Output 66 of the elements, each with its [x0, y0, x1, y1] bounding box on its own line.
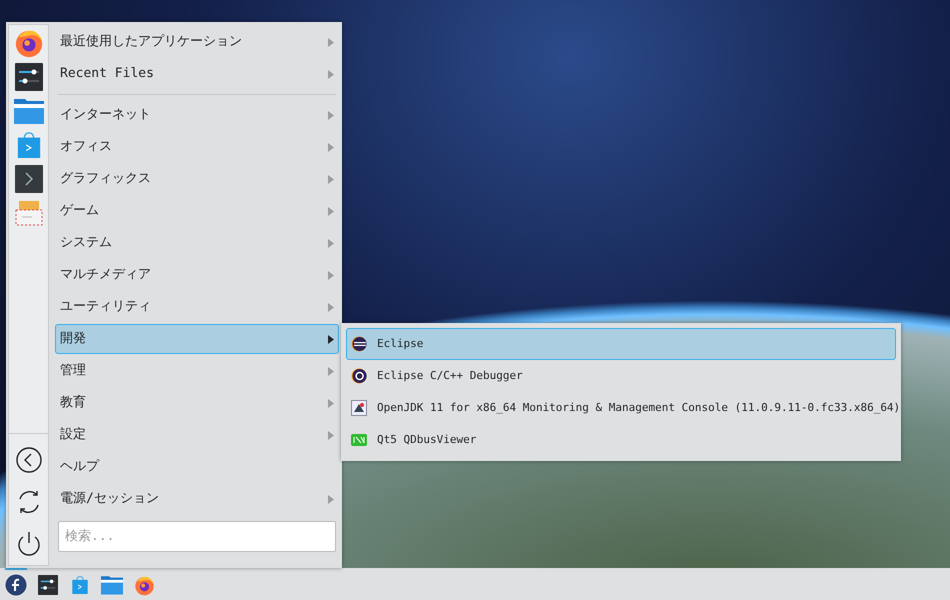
- menu-item-label: インターネット: [60, 106, 151, 124]
- chevron-icon: [328, 334, 334, 344]
- menu-item-label: 設定: [60, 426, 86, 444]
- submenu-item-label: Qt5 QDbusViewer: [377, 432, 476, 448]
- menu-item-label: 電源/セッション: [60, 490, 159, 508]
- search-field[interactable]: 検索...: [58, 521, 336, 552]
- menu-item[interactable]: 開発: [55, 324, 339, 354]
- menu-item-label: ユーティリティ: [60, 298, 151, 316]
- menu-item[interactable]: システム: [55, 228, 339, 258]
- chevron-icon: [328, 398, 334, 408]
- chevron-icon: [328, 110, 334, 120]
- menu-item[interactable]: 設定: [55, 420, 339, 450]
- back-icon[interactable]: [14, 446, 42, 474]
- chevron-icon: [328, 430, 334, 440]
- menu-item-label: 最近使用したアプリケーション: [60, 33, 242, 52]
- menu-item[interactable]: 電源/セッション: [55, 484, 339, 514]
- menu-item-label: グラフィックス: [60, 170, 151, 188]
- menu-item-label: マルチメディア: [60, 266, 151, 284]
- menu-item-label: 開発: [60, 330, 86, 348]
- chevron-icon: [328, 302, 334, 312]
- menu-item[interactable]: マルチメディア: [55, 260, 339, 290]
- menu-item[interactable]: Recent Files: [55, 59, 339, 89]
- menu-item[interactable]: 最近使用したアプリケーション: [55, 27, 339, 57]
- c-debugger-icon: [351, 368, 367, 384]
- sliders-icon[interactable]: [14, 63, 42, 91]
- chevron-icon: [328, 142, 334, 152]
- submenu-item[interactable]: Qt5 QDbusViewer: [346, 424, 896, 456]
- chevron-icon: [328, 206, 334, 216]
- menu-item-label: 教育: [60, 394, 86, 412]
- menu-item-label: 管理: [60, 362, 86, 380]
- menu-item[interactable]: ゲーム: [55, 196, 339, 226]
- chevron-icon: [328, 366, 334, 376]
- console-icon: [351, 400, 367, 416]
- sliders-icon[interactable]: [38, 575, 58, 595]
- menu-item[interactable]: 管理: [55, 356, 339, 386]
- menu-item[interactable]: ヘルプ: [55, 452, 339, 482]
- menu-item-label: オフィス: [60, 138, 112, 156]
- launcher-icon[interactable]: [5, 574, 27, 596]
- terminal-icon[interactable]: [14, 165, 42, 193]
- chevron-icon: [328, 38, 334, 46]
- qdbus-icon: [351, 434, 367, 446]
- chevron-icon: [328, 174, 334, 184]
- menu-item-label: システム: [60, 234, 112, 252]
- folder-icon[interactable]: [14, 96, 44, 126]
- menu-item-label: Recent Files: [60, 65, 154, 84]
- menu-item[interactable]: グラフィックス: [55, 164, 339, 194]
- browser-icon[interactable]: [134, 574, 154, 596]
- chevron-icon: [328, 270, 334, 280]
- menu-item-label: ヘルプ: [60, 458, 99, 476]
- menu-item[interactable]: オフィス: [55, 132, 339, 162]
- submenu-item[interactable]: Eclipse C/C++ Debugger: [346, 360, 896, 392]
- submenu-item-label: Eclipse C/C++ Debugger: [377, 368, 523, 384]
- chevron-icon: [328, 238, 334, 248]
- folder-icon[interactable]: [101, 574, 123, 596]
- menu-item[interactable]: 教育: [55, 388, 339, 418]
- menu-item[interactable]: ユーティリティ: [55, 292, 339, 322]
- chevron-icon: [328, 494, 334, 504]
- browser-icon[interactable]: [14, 28, 44, 58]
- mail-calendar-icon[interactable]: [14, 199, 42, 227]
- submenu-item[interactable]: Eclipse: [346, 328, 896, 360]
- chevron-icon: [328, 70, 334, 78]
- eclipse-icon: [351, 336, 367, 352]
- menu-item[interactable]: インターネット: [55, 100, 339, 130]
- submenu-item-label: Eclipse: [377, 336, 424, 352]
- menu-item-label: ゲーム: [60, 202, 99, 220]
- shopping-bag-icon[interactable]: [16, 132, 42, 158]
